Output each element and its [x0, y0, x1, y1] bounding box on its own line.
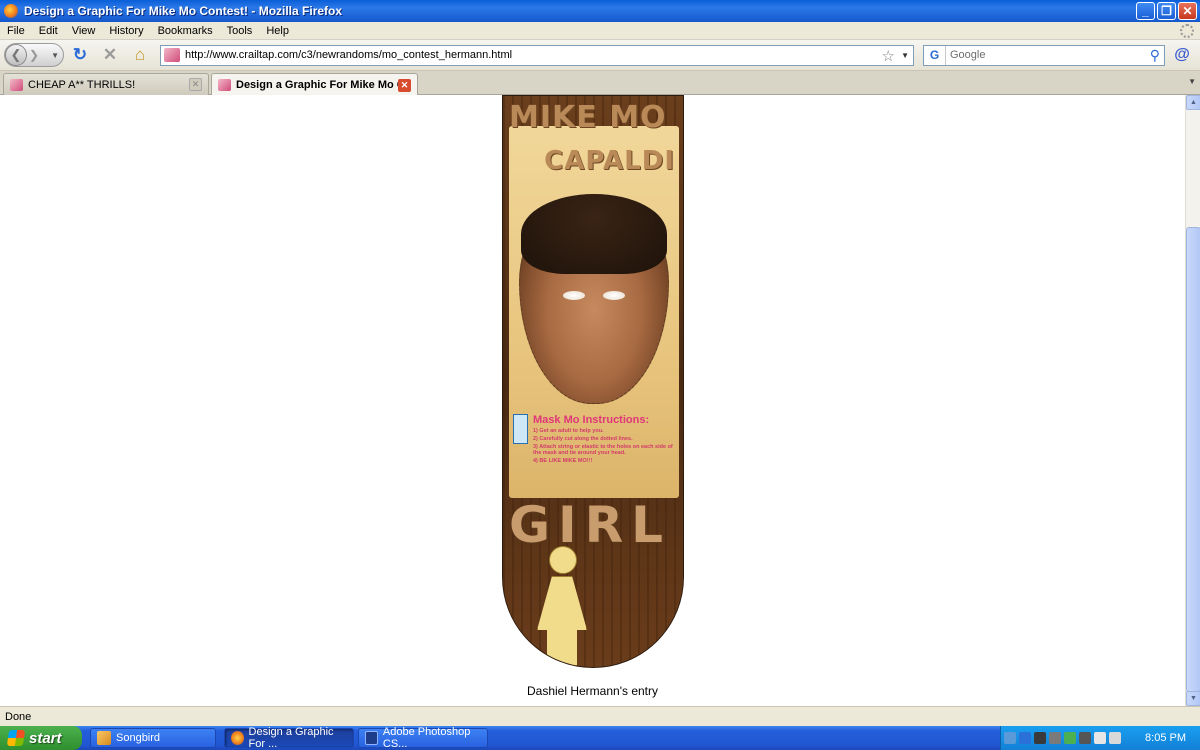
- bookmark-star-icon[interactable]: ☆: [882, 47, 895, 65]
- status-bar: Done: [0, 706, 1200, 726]
- wireless-icon[interactable]: [1049, 732, 1061, 744]
- back-forward-group: ❮ ❯ ▼: [4, 43, 64, 67]
- face-hair: [521, 194, 667, 274]
- site-favicon: [164, 48, 180, 62]
- entry-caption: Dashiel Hermann's entry: [526, 684, 658, 698]
- mask-instructions: Mask Mo Instructions: 1) Get an adult to…: [513, 414, 677, 464]
- tab-mike-mo-contest[interactable]: Design a Graphic For Mike Mo Co... ✕: [211, 73, 418, 96]
- security-icon[interactable]: [1064, 732, 1076, 744]
- forward-button[interactable]: ❯: [29, 48, 39, 62]
- taskbar-item-label: Adobe Photoshop CS...: [382, 726, 471, 750]
- tab-favicon: [10, 78, 23, 91]
- deck-headline-name: MIKE MO: [509, 100, 667, 135]
- mask-eye-left: [563, 291, 585, 300]
- minimize-button[interactable]: _: [1136, 2, 1155, 20]
- tab-close-icon[interactable]: ✕: [398, 78, 411, 92]
- menu-view[interactable]: View: [65, 25, 103, 37]
- window-controls: _ ❐ ✕: [1136, 2, 1197, 20]
- history-dropdown-icon[interactable]: ▼: [51, 51, 59, 60]
- taskbar-clock: 8:05 PM: [1145, 732, 1186, 744]
- system-tray: 8:05 PM: [1000, 726, 1200, 750]
- instruction-step: 2) Carefully cut along the dotted lines.: [533, 436, 633, 442]
- tab-list-dropdown-icon[interactable]: ▼: [1188, 77, 1196, 86]
- search-engine-icon[interactable]: G: [924, 45, 946, 65]
- menu-file[interactable]: File: [0, 25, 32, 37]
- windows-taskbar: start Songbird Design a Graphic For ... …: [0, 726, 1200, 750]
- search-bar[interactable]: G Google ⚲: [923, 44, 1165, 66]
- throbber-icon: [1180, 24, 1194, 38]
- tray-expand-icon[interactable]: [1004, 732, 1016, 744]
- tab-favicon: [218, 79, 231, 91]
- back-button[interactable]: ❮: [5, 44, 27, 66]
- volume-icon[interactable]: [1094, 732, 1106, 744]
- close-button[interactable]: ✕: [1178, 2, 1197, 20]
- menu-history[interactable]: History: [102, 25, 150, 37]
- taskbar-item-songbird[interactable]: Songbird: [90, 728, 216, 748]
- menu-tools[interactable]: Tools: [220, 25, 260, 37]
- tab-cheap-thrills[interactable]: CHEAP A** THRILLS! ✕: [3, 73, 209, 95]
- firefox-icon: [4, 4, 18, 18]
- taskbar-item-label: Design a Graphic For ...: [248, 726, 334, 750]
- status-text: Done: [5, 710, 32, 723]
- messenger-icon[interactable]: [1079, 732, 1091, 744]
- addon-swirl-icon[interactable]: @: [1173, 45, 1191, 65]
- address-dropdown-icon[interactable]: ▼: [901, 51, 909, 60]
- menu-help[interactable]: Help: [259, 25, 296, 37]
- taskbar-item-label: Songbird: [116, 732, 161, 744]
- instructions-title: Mask Mo Instructions:: [533, 414, 650, 426]
- home-button[interactable]: ⌂: [126, 43, 154, 67]
- menu-bookmarks[interactable]: Bookmarks: [151, 25, 220, 37]
- songbird-icon: [97, 731, 111, 745]
- figure-head: [549, 546, 577, 574]
- network-icon[interactable]: [1034, 732, 1046, 744]
- tab-close-icon[interactable]: ✕: [189, 78, 202, 91]
- address-text[interactable]: http://www.crailtap.com/c3/newrandoms/mo…: [185, 49, 512, 61]
- photoshop-icon: [365, 731, 378, 745]
- menu-bar: File Edit View History Bookmarks Tools H…: [0, 22, 1200, 40]
- tab-bar: CHEAP A** THRILLS! ✕ Design a Graphic Fo…: [0, 71, 1200, 96]
- scroll-down-button[interactable]: ▼: [1186, 691, 1200, 706]
- girl-figure-icon: [513, 414, 528, 444]
- figure-body: [537, 576, 587, 666]
- tray-app-icon[interactable]: [1109, 732, 1121, 744]
- window-title: Design a Graphic For Mike Mo Contest! - …: [24, 4, 343, 18]
- maximize-button[interactable]: ❐: [1157, 2, 1176, 20]
- search-input[interactable]: Google: [950, 49, 985, 61]
- scroll-up-button[interactable]: ▲: [1186, 95, 1200, 110]
- windows-logo-icon: [6, 730, 26, 746]
- window-titlebar: Design a Graphic For Mike Mo Contest! - …: [0, 0, 1200, 22]
- mask-eye-right: [603, 291, 625, 300]
- start-button[interactable]: start: [0, 726, 82, 750]
- page-content: MIKE MO CAPALDI Mask Mo Instructions: 1)…: [0, 95, 1185, 706]
- instruction-step: 4) BE LIKE MIKE MO!!!: [533, 458, 593, 464]
- navigation-toolbar: ❮ ❯ ▼ ↻ ✕ ⌂ http://www.crailtap.com/c3/n…: [0, 40, 1200, 71]
- tab-label: Design a Graphic For Mike Mo Co...: [236, 79, 398, 91]
- address-bar[interactable]: http://www.crailtap.com/c3/newrandoms/mo…: [160, 44, 914, 66]
- firefox-icon: [231, 731, 244, 745]
- deck-headline-surname: CAPALDI: [544, 146, 675, 176]
- vertical-scrollbar[interactable]: ▲ ▼: [1185, 95, 1200, 706]
- skateboard-graphic: MIKE MO CAPALDI Mask Mo Instructions: 1)…: [502, 95, 684, 668]
- tab-label: CHEAP A** THRILLS!: [28, 78, 136, 91]
- scroll-thumb[interactable]: [1186, 227, 1200, 692]
- taskbar-item-firefox[interactable]: Design a Graphic For ...: [224, 726, 354, 750]
- girl-figure-logo: [531, 546, 591, 666]
- taskbar-item-photoshop[interactable]: Adobe Photoshop CS...: [358, 726, 488, 750]
- stop-button[interactable]: ✕: [96, 43, 124, 67]
- menu-edit[interactable]: Edit: [32, 25, 65, 37]
- instruction-step: 3) Attach string or elastic to the holes…: [533, 444, 673, 456]
- search-icon[interactable]: ⚲: [1150, 47, 1160, 64]
- reload-button[interactable]: ↻: [66, 43, 94, 67]
- bluetooth-icon[interactable]: [1019, 732, 1031, 744]
- start-label: start: [29, 729, 62, 747]
- instruction-step: 1) Get an adult to help you.: [533, 428, 604, 434]
